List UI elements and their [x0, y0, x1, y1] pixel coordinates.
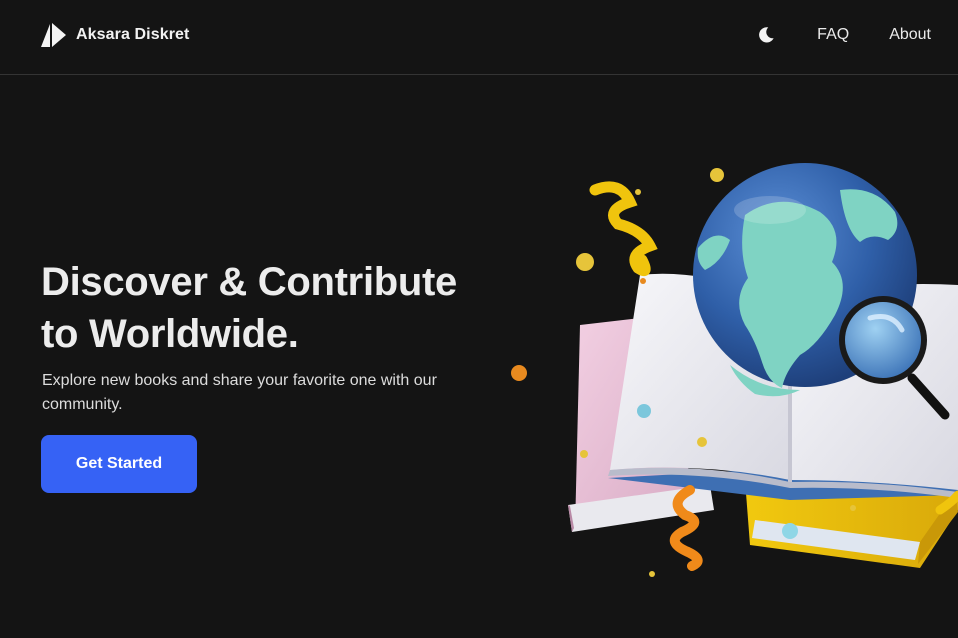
ball [710, 168, 724, 182]
yellow-squiggle [589, 181, 658, 277]
nav-link-faq[interactable]: FAQ [817, 26, 849, 44]
theme-toggle-button[interactable] [755, 24, 777, 46]
hero-illustration [511, 163, 958, 577]
brand[interactable]: Aksara Diskret [41, 22, 189, 48]
hero-title-line-1: Discover & Contribute [41, 260, 457, 304]
ball [511, 365, 527, 381]
brand-name: Aksara Diskret [76, 26, 190, 43]
navbar: Aksara Diskret FAQ About [0, 0, 958, 75]
hero-title-line-2: to Worldwide. [41, 312, 299, 356]
ball [640, 278, 646, 284]
ball [635, 189, 641, 195]
ball [580, 450, 588, 458]
ball [637, 404, 651, 418]
moon-icon [759, 27, 774, 43]
ball [697, 437, 707, 447]
ball [782, 523, 798, 539]
nav-links: FAQ About [755, 22, 931, 48]
hero-title: Discover & Contribute to Worldwide. [41, 256, 511, 360]
ball [850, 505, 856, 511]
ball [576, 253, 594, 271]
nav-link-about[interactable]: About [889, 26, 931, 44]
ball [649, 571, 655, 577]
sail-logo-icon [41, 23, 66, 47]
get-started-button[interactable]: Get Started [41, 435, 197, 493]
landing-page: Aksara Diskret FAQ About Discover & Cont… [0, 0, 958, 638]
hero-subtitle: Explore new books and share your favorit… [42, 372, 437, 413]
